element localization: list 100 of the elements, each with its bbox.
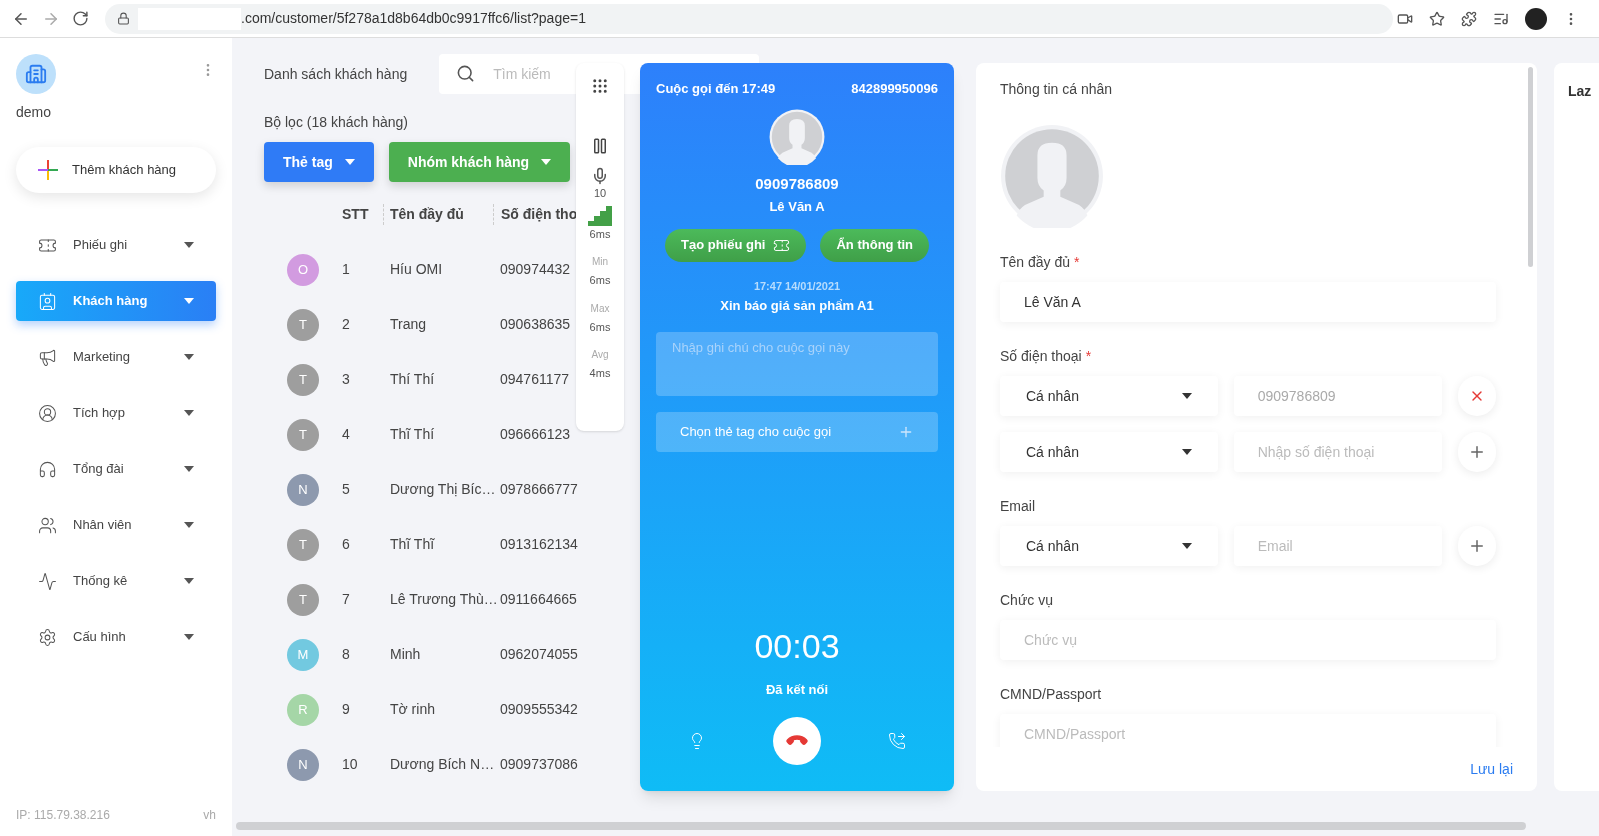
field-label: Chức vụ [1000,591,1053,610]
caller-phone: 0909786809 [755,173,839,194]
caller-name: Lê Văn A [769,198,825,216]
table-cell-text: 0978666777 [500,480,578,499]
add-button[interactable] [1457,432,1496,472]
caret-icon [541,159,552,165]
megaphone-icon [38,347,57,367]
reload-icon[interactable] [72,10,89,27]
hang-up-button[interactable] [773,717,821,765]
text-field[interactable]: CMND/Passport [1000,714,1496,747]
table-cell-text: Tờ rinh [390,700,436,719]
type-select[interactable]: Cá nhân [1000,376,1218,416]
page-title: Danh sách khách hàng [264,64,408,84]
filter-label: Bộ lọc (18 khách hàng) [264,113,409,132]
ip-address: IP: 115.79.38.216 [16,807,110,824]
nav-item[interactable]: Nhân viên [16,505,216,545]
field-label: CMND/Passport [1000,685,1102,704]
add-customer-button[interactable]: Thêm khách hàng [16,147,216,193]
table-cell-text: Thí Thí [390,370,436,389]
panel-title: Thông tin cá nhân [1000,80,1114,99]
profile-avatar[interactable] [1525,7,1547,30]
nav-item[interactable]: Thống kê [16,561,216,601]
table-cell-text: 0911664665 [500,590,577,609]
nav-item[interactable]: Tích hợp [16,393,216,433]
table-cell-text: 8 [342,645,351,664]
caret-icon [344,159,355,165]
call-status: Đã kết nối [765,680,829,699]
table-cell-text: Dương Bích N… [390,755,496,774]
nav-item[interactable]: Phiếu ghi [16,225,216,265]
field-label: Email [1000,497,1035,516]
nav-item[interactable]: Marketing [16,337,216,377]
stat-value: 6ms [589,319,611,335]
table-cell-text: 0909555342 [500,700,578,719]
filter-button[interactable]: Thẻ tag [264,142,374,182]
account-name: demo [16,103,53,122]
avatar-initial: N [287,748,319,781]
table-cell-text: 5 [342,480,351,499]
caret-icon [184,522,194,528]
search-icon [456,64,476,83]
stat-label: Min [591,255,609,269]
table-cell-text: Dương Thị Bíc… [390,480,496,499]
nav-item[interactable]: Cấu hình [16,617,216,657]
stat-label: Avg [591,348,609,362]
chart-icon [38,571,57,591]
field-label: Tên đầy đủ [1000,253,1071,272]
vertical-scrollbar[interactable] [1528,67,1533,267]
text-field[interactable]: Nhập số điện thoại [1233,432,1442,472]
caret-icon [184,410,194,416]
type-select[interactable]: Cá nhân [1000,432,1218,472]
avatar-placeholder-icon [769,108,825,165]
column-header: STT [342,203,384,225]
table-cell-text: 4 [342,425,351,444]
required-mark: * [1074,253,1080,272]
avatar-initial: T [287,583,319,616]
avatar-placeholder-icon [1000,124,1104,228]
stat-value: 6ms [589,273,611,288]
avatar-initial: R [287,693,319,726]
avatar-initial: T [287,363,319,396]
text-field[interactable]: Email [1233,526,1442,566]
call-subject: Xin báo giá sản phẩm A1 [720,297,874,315]
caret-icon [1181,449,1192,455]
nav-item[interactable]: Tổng đài [16,449,216,489]
table-cell-text: 090974432 [500,260,571,279]
avatar-initial: T [287,528,319,561]
ping-value: 6ms [589,226,611,242]
user-circle-icon [38,403,57,423]
star-icon[interactable] [1429,10,1445,27]
table-cell-text: Trang [390,315,428,334]
table-cell-text: Lê Trương Thù… [390,590,496,609]
horizontal-scrollbar[interactable] [236,822,1526,830]
table-cell-text: 0962074055 [500,645,578,664]
table-cell-text: 7 [342,590,351,609]
text-field[interactable]: Lê Văn A [1000,282,1496,322]
microphone-icon[interactable] [591,167,609,185]
save-link[interactable]: Lưu lại [1470,758,1513,780]
user-initials: vh [203,807,216,824]
table-cell-text: Híu OMI [390,260,444,279]
type-select[interactable]: Cá nhân [1000,526,1218,566]
required-mark: * [1085,347,1092,366]
avatar-initial: N [287,473,319,506]
table-cell-text: 6 [342,535,351,554]
caret-icon [184,354,194,360]
add-button[interactable] [1457,526,1496,566]
text-field[interactable]: Chức vụ [1000,620,1496,660]
address-bar[interactable]: .com/customer/5f278a1d8b64db0c9917ffc6/list?page=1 [105,3,1393,34]
contact-card-icon [38,291,57,311]
table-cell-text: 096666123 [500,425,571,444]
panel-title: Laz [1568,83,1592,99]
extensions-icon[interactable] [1461,10,1477,27]
pause-icon[interactable] [591,137,609,155]
mic-level: 10 [593,186,607,201]
caret-icon [1181,543,1192,549]
table-cell-text: 094761177 [500,370,570,389]
table-cell-text: 0913162134 [500,535,578,554]
settings-icon [38,627,57,647]
caret-icon [184,298,194,304]
call-title: Cuộc gọi đến 17:49 [656,80,776,98]
caret-icon [184,466,194,472]
dialpad-icon[interactable] [591,77,609,95]
building-icon [25,63,47,85]
